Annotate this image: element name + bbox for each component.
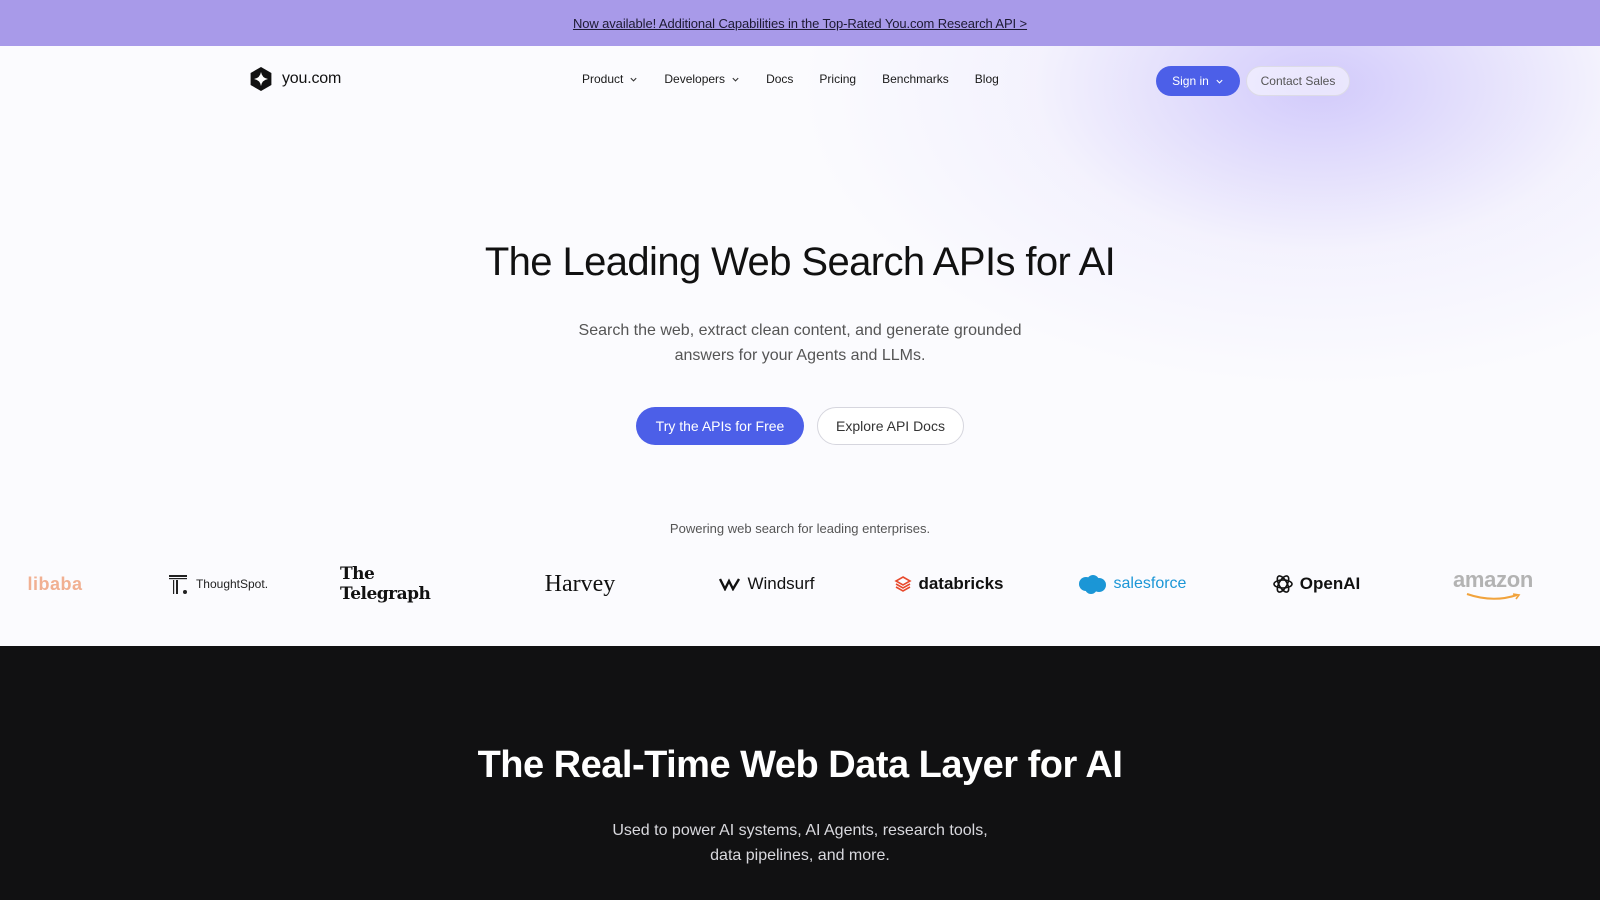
explore-docs-button[interactable]: Explore API Docs bbox=[817, 407, 964, 445]
logo-text: The Telegraph bbox=[340, 564, 431, 604]
logo-text: Windsurf bbox=[747, 574, 815, 593]
windsurf-mark-icon bbox=[719, 578, 741, 591]
hero-title: The Leading Web Search APIs for AI bbox=[484, 240, 1116, 284]
sign-in-button[interactable]: Sign in bbox=[1156, 66, 1240, 96]
nav-item-pricing[interactable]: Pricing bbox=[819, 72, 856, 86]
nav-item-docs[interactable]: Docs bbox=[766, 72, 793, 86]
nav-item-label: Docs bbox=[766, 72, 794, 86]
amazon-logo: amazon bbox=[1448, 556, 1538, 612]
nav-item-label: Benchmarks bbox=[882, 72, 949, 86]
hero-section: you.com Product Developers Docs Pricing … bbox=[0, 46, 1600, 646]
hero-subtitle-line: Search the web, extract clean content, a… bbox=[578, 322, 1022, 339]
data-layer-title: The Real-Time Web Data Layer for AI bbox=[477, 744, 1123, 786]
brand-name: you.com bbox=[282, 70, 342, 87]
nav-item-blog[interactable]: Blog bbox=[975, 72, 999, 86]
chevron-down-icon bbox=[630, 77, 637, 82]
databricks-mark-icon bbox=[894, 576, 913, 592]
telegraph-logo: The Telegraph bbox=[340, 556, 460, 612]
data-layer-subtitle-line: Used to power AI systems, AI Agents, res… bbox=[612, 822, 988, 839]
nav-item-label: Developers bbox=[664, 72, 726, 86]
chevron-down-icon bbox=[732, 77, 739, 82]
nav-item-developers[interactable]: Developers bbox=[664, 72, 740, 86]
harvey-logo: Harvey bbox=[530, 556, 630, 612]
brand-logo[interactable]: you.com bbox=[248, 66, 341, 92]
you-logo-icon bbox=[250, 67, 272, 91]
nav-item-label: Product bbox=[582, 72, 624, 86]
thoughtspot-mark-icon bbox=[168, 575, 187, 594]
logo-text: Harvey bbox=[544, 570, 616, 597]
amazon-smile-icon bbox=[1466, 593, 1521, 600]
windsurf-logo: Windsurf bbox=[712, 556, 822, 612]
chevron-down-icon bbox=[1216, 79, 1223, 84]
salesforce-logo: salesforce bbox=[1072, 556, 1190, 612]
logo-text: databricks bbox=[918, 574, 1004, 593]
customer-logos: libaba ThoughtSpot. The Telegraph Harvey… bbox=[0, 556, 1600, 612]
openai-logo: OpenAI bbox=[1266, 556, 1366, 612]
logo-text: OpenAI bbox=[1299, 574, 1361, 593]
logo-text: libaba bbox=[27, 573, 83, 594]
try-apis-button[interactable]: Try the APIs for Free bbox=[636, 407, 804, 445]
contact-sales-button[interactable]: Contact Sales bbox=[1246, 66, 1350, 96]
alibaba-logo: libaba bbox=[10, 556, 100, 612]
announcement-bar: Now available! Additional Capabilities i… bbox=[0, 0, 1600, 46]
hero-subtitle: Search the web, extract clean content, a… bbox=[550, 318, 1050, 368]
data-layer-section: The Real-Time Web Data Layer for AI Used… bbox=[0, 646, 1600, 900]
hero-subtitle-line: answers for your Agents and LLMs. bbox=[674, 347, 926, 364]
databricks-logo: databricks bbox=[890, 556, 1008, 612]
nav-item-label: Blog bbox=[974, 72, 999, 86]
sign-in-label: Sign in bbox=[1172, 74, 1209, 88]
thoughtspot-logo: ThoughtSpot. bbox=[158, 556, 278, 612]
openai-knot-icon bbox=[1272, 575, 1293, 593]
logo-text: salesforce bbox=[1113, 575, 1187, 592]
nav-item-benchmarks[interactable]: Benchmarks bbox=[882, 72, 949, 86]
data-layer-subtitle-line: data pipelines, and more. bbox=[710, 847, 890, 864]
logo-text: amazon bbox=[1452, 567, 1534, 592]
nav-item-label: Pricing bbox=[819, 72, 857, 86]
announcement-link[interactable]: Now available! Additional Capabilities i… bbox=[573, 16, 1027, 31]
top-nav: you.com Product Developers Docs Pricing … bbox=[0, 46, 1600, 112]
data-layer-subtitle: Used to power AI systems, AI Agents, res… bbox=[560, 818, 1040, 868]
nav-item-product[interactable]: Product bbox=[582, 72, 638, 86]
salesforce-cloud-icon bbox=[1078, 575, 1106, 594]
nav-links: Product Developers Docs Pricing Benchmar… bbox=[582, 72, 1025, 86]
logo-text: ThoughtSpot. bbox=[195, 577, 269, 591]
customers-heading: Powering web search for leading enterpri… bbox=[669, 521, 931, 536]
